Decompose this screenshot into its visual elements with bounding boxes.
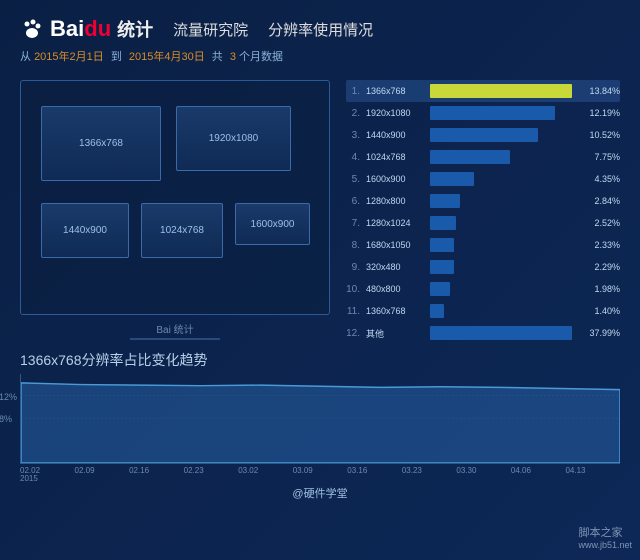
rank-bar: [430, 194, 460, 208]
rank-pct: 2.52%: [578, 218, 620, 228]
trend-title: 1366x768分辨率占比变化趋势: [20, 350, 620, 370]
rank-num: 8.: [346, 240, 360, 251]
rank-pct: 12.19%: [578, 108, 620, 118]
rank-num: 11.: [346, 306, 360, 317]
rank-bar: [430, 128, 538, 142]
rank-row: 2. 1920x1080 12.19%: [346, 102, 620, 124]
rank-row: 7. 1280x1024 2.52%: [346, 212, 620, 234]
rank-row: 3. 1440x900 10.52%: [346, 124, 620, 146]
rank-num: 1.: [346, 86, 360, 97]
rank-bar: [430, 238, 454, 252]
rank-pct: 7.75%: [578, 152, 620, 162]
x-axis: 02.0202.0902.1602.2303.0203.0903.1603.23…: [20, 464, 620, 475]
logo-text: Bai: [50, 16, 84, 41]
rank-label: 1440x900: [366, 130, 424, 140]
rank-row: 10. 480x800 1.98%: [346, 278, 620, 300]
rank-label: 1366x768: [366, 86, 424, 96]
rank-bar: [430, 282, 450, 296]
rank-num: 5.: [346, 174, 360, 185]
tile-1920: 1920x1080: [176, 106, 291, 171]
rank-pct: 10.52%: [578, 130, 620, 140]
logo: Baidu 统计: [20, 16, 153, 42]
rank-label: 320x480: [366, 262, 424, 272]
rank-row: 6. 1280x800 2.84%: [346, 190, 620, 212]
rank-pct: 1.40%: [578, 306, 620, 316]
rank-label: 1680x1050: [366, 240, 424, 250]
date-range: 从 2015年2月1日 到 2015年4月30日 共 3 个月数据: [20, 48, 620, 64]
trend-chart: 12% 8%: [20, 374, 620, 464]
x-year: 2015: [20, 474, 620, 483]
rank-row: 8. 1680x1050 2.33%: [346, 234, 620, 256]
rank-bar: [430, 304, 444, 318]
rank-pct: 1.98%: [578, 284, 620, 294]
footer-credit: @硬件学堂: [0, 485, 640, 501]
rank-row: 11. 1360x768 1.40%: [346, 300, 620, 322]
rank-bar: [430, 260, 454, 274]
rank-num: 2.: [346, 108, 360, 119]
rank-bar: [430, 106, 555, 120]
rank-pct: 2.29%: [578, 262, 620, 272]
page-title: 分辨率使用情况: [268, 19, 373, 40]
rank-label: 1024x768: [366, 152, 424, 162]
rank-num: 6.: [346, 196, 360, 207]
monitor-visual: 1366x768 1920x1080 1440x900 1024x768 160…: [20, 80, 330, 344]
rank-bar: [430, 150, 510, 164]
rank-row: 12. 其他 37.99%: [346, 322, 620, 344]
rank-label: 其他: [366, 327, 424, 340]
monitor-stand: Bai 统计: [20, 317, 330, 343]
watermark: 脚本之家 www.jb51.net: [578, 524, 632, 550]
ranking-list: 1. 1366x768 13.84%2. 1920x1080 12.19%3. …: [346, 80, 620, 344]
logo-suffix: 统计: [117, 16, 153, 42]
rank-pct: 4.35%: [578, 174, 620, 184]
rank-num: 4.: [346, 152, 360, 163]
rank-label: 480x800: [366, 284, 424, 294]
rank-num: 3.: [346, 130, 360, 141]
tile-1024: 1024x768: [141, 203, 223, 258]
tile-1600: 1600x900: [235, 203, 310, 245]
rank-bar: [430, 216, 456, 230]
rank-pct: 13.84%: [578, 86, 620, 96]
rank-label: 1920x1080: [366, 108, 424, 118]
rank-label: 1280x1024: [366, 218, 424, 228]
logo-row: Baidu 统计 流量研究院 分辨率使用情况: [20, 16, 620, 42]
rank-row: 9. 320x480 2.29%: [346, 256, 620, 278]
paw-icon: [20, 17, 44, 41]
rank-num: 10.: [346, 284, 360, 295]
rank-pct: 37.99%: [578, 328, 620, 338]
rank-bar: [430, 172, 474, 186]
rank-label: 1280x800: [366, 196, 424, 206]
rank-row: 4. 1024x768 7.75%: [346, 146, 620, 168]
rank-pct: 2.84%: [578, 196, 620, 206]
rank-num: 9.: [346, 262, 360, 273]
rank-label: 1600x900: [366, 174, 424, 184]
tile-1366: 1366x768: [41, 106, 161, 181]
rank-pct: 2.33%: [578, 240, 620, 250]
tile-1440: 1440x900: [41, 203, 129, 258]
rank-label: 1360x768: [366, 306, 424, 316]
rank-num: 12.: [346, 328, 360, 339]
rank-row: 5. 1600x900 4.35%: [346, 168, 620, 190]
subtitle: 流量研究院: [173, 19, 248, 40]
rank-row: 1. 1366x768 13.84%: [346, 80, 620, 102]
rank-bar: [430, 84, 572, 98]
rank-bar: [430, 326, 572, 340]
rank-num: 7.: [346, 218, 360, 229]
